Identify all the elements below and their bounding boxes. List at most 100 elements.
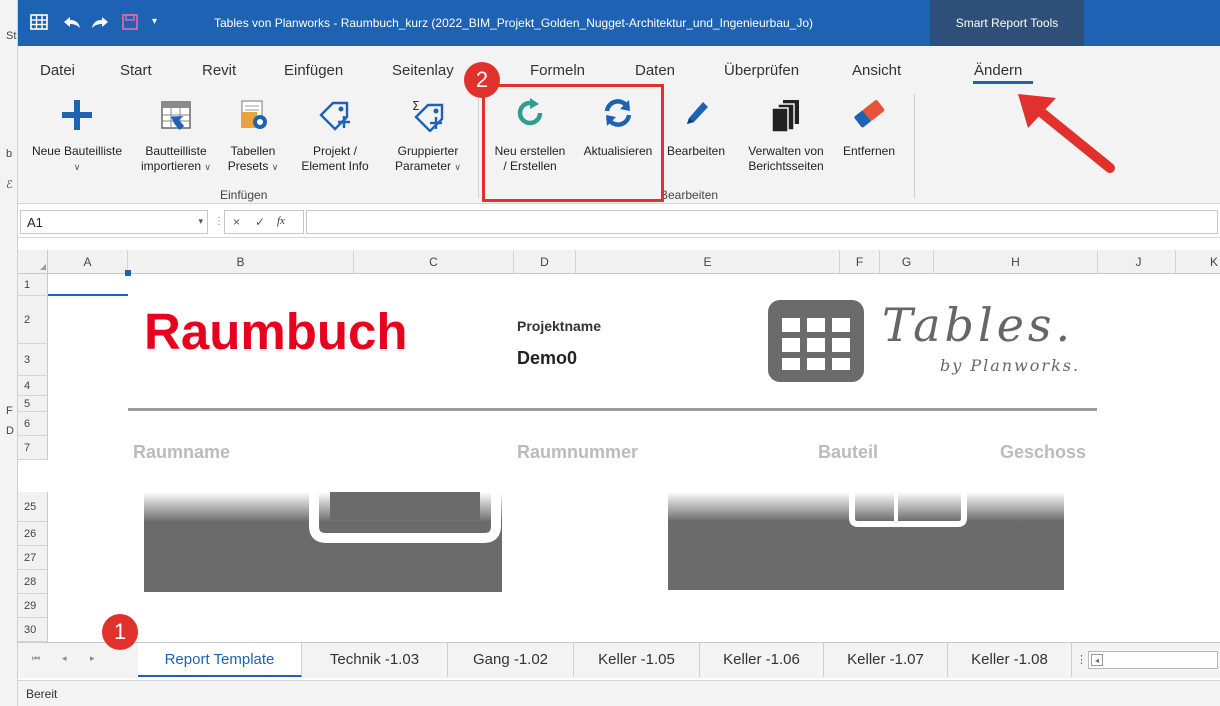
button-label: Entfernen [842, 144, 896, 158]
tab-daten[interactable]: Daten [635, 62, 675, 79]
chevron-down-icon: ∨ [204, 162, 211, 172]
column-header[interactable]: B [128, 250, 354, 274]
customize-quick-access-icon[interactable]: ▾ [152, 14, 157, 30]
sheet-tab[interactable]: Keller -1.05 [574, 643, 700, 677]
chevron-down-icon[interactable]: ▾ [198, 216, 203, 227]
presets-gear-icon [236, 98, 270, 135]
eraser-icon [852, 98, 886, 133]
row-header[interactable]: 4 [18, 376, 48, 396]
strip-text: St [6, 30, 17, 42]
first-sheet-icon[interactable]: ⏮ [32, 653, 40, 664]
more-icon[interactable]: ⋮ [214, 216, 224, 227]
column-header[interactable]: J [1102, 250, 1176, 274]
redo-icon[interactable] [90, 14, 110, 34]
button-label: Neue Bauteilliste [31, 144, 123, 158]
formula-input[interactable] [306, 210, 1218, 234]
row-header[interactable]: 2 [18, 296, 48, 344]
column-headers: A B C D E F G H J K [48, 250, 1220, 274]
button-label: Element Info [301, 159, 369, 173]
row-header[interactable]: 30 [18, 618, 48, 642]
tag-add-icon [317, 98, 353, 135]
bauteilliste-importieren-button[interactable]: Bautteilliste importieren ∨ [134, 84, 218, 182]
prev-sheet-icon[interactable]: ◂ [62, 653, 67, 664]
function-icon[interactable]: fx [277, 215, 285, 227]
neue-bauteilliste-button[interactable]: Neue Bauteilliste ∨ [22, 84, 132, 182]
chevron-down-icon: ∨ [271, 162, 279, 172]
highlight-box [482, 84, 664, 202]
button-label: Gruppierter [397, 144, 459, 158]
tab-revit[interactable]: Revit [202, 62, 236, 79]
sheet-tab[interactable]: Technik -1.03 [302, 643, 448, 677]
divider-line [128, 408, 1097, 411]
row-header[interactable]: 28 [18, 570, 48, 594]
plus-icon [60, 98, 94, 135]
row-header[interactable]: 1 [18, 274, 48, 296]
component-image-placeholder [668, 492, 1064, 590]
tab-einfuegen[interactable]: Einfügen [284, 62, 343, 79]
column-header[interactable]: A [48, 250, 128, 274]
ribbon-tab-bar: Datei Start Revit Einfügen Seitenlay For… [18, 46, 1220, 84]
sheet-tab[interactable]: Keller -1.07 [824, 643, 948, 677]
button-label: Projekt / [312, 144, 357, 158]
sheet-tab-bar: ⏮ ◂ ▸ Report Template Technik -1.03 Gang… [18, 642, 1220, 678]
tab-start[interactable]: Start [120, 62, 152, 79]
context-tab-smart-report-tools[interactable]: Smart Report Tools [930, 0, 1084, 46]
app-grid-icon[interactable] [30, 14, 48, 34]
active-cell-a1[interactable] [48, 274, 128, 296]
row-header[interactable]: 5 [18, 396, 48, 412]
row-header[interactable]: 25 [18, 492, 48, 522]
verwalten-berichtsseiten-button[interactable]: Verwalten von Berichtsseiten [738, 84, 834, 182]
save-icon[interactable] [122, 14, 138, 34]
more-sheets-icon[interactable]: ⋮ [1076, 653, 1087, 666]
button-label: Verwalten von [748, 144, 824, 158]
select-all-corner[interactable] [18, 250, 48, 274]
sheet-tab[interactable]: Keller -1.06 [700, 643, 824, 677]
fill-handle[interactable] [125, 270, 131, 276]
sheet-tab[interactable]: Gang -1.02 [448, 643, 574, 677]
projekt-element-info-button[interactable]: Projekt / Element Info [288, 84, 382, 182]
screenshot-cut [18, 460, 1220, 492]
column-header[interactable]: F [840, 250, 880, 274]
column-header[interactable]: C [354, 250, 514, 274]
tab-seitenlayout[interactable]: Seitenlay [392, 62, 454, 79]
row-header[interactable]: 27 [18, 546, 48, 570]
gruppierter-parameter-button[interactable]: Σ Gruppierter Parameter ∨ [382, 84, 474, 182]
column-header[interactable]: K [1176, 250, 1220, 274]
column-header[interactable]: E [576, 250, 840, 274]
sheet-tab-report-template[interactable]: Report Template [138, 643, 302, 677]
row-header[interactable]: 26 [18, 522, 48, 546]
tabellen-presets-button[interactable]: Tabellen Presets ∨ [218, 84, 288, 182]
name-box[interactable]: A1 ▾ [20, 210, 208, 234]
row-header[interactable]: 7 [18, 436, 48, 460]
row-header[interactable]: 3 [18, 344, 48, 376]
button-label: Bearbeiten [666, 144, 726, 158]
bearbeiten-button[interactable]: Bearbeiten [662, 84, 730, 182]
undo-icon[interactable] [62, 14, 82, 34]
step-badge-1: 1 [102, 614, 138, 650]
horizontal-scrollbar[interactable]: ◂ [1088, 651, 1218, 669]
next-sheet-icon[interactable]: ▸ [90, 653, 95, 664]
project-label: Projektname [517, 318, 602, 334]
chevron-down-icon: ∨ [454, 162, 461, 172]
group-label-einfuegen: Einfügen [220, 188, 268, 202]
entfernen-button[interactable]: Entfernen [834, 84, 904, 182]
tab-datei[interactable]: Datei [40, 62, 75, 79]
tab-aendern[interactable]: Ändern [974, 62, 1022, 79]
confirm-icon[interactable]: ✓ [255, 215, 265, 229]
column-header[interactable]: H [934, 250, 1098, 274]
column-header[interactable]: D [514, 250, 576, 274]
step-badge-2: 2 [464, 62, 500, 98]
cancel-icon[interactable]: × [233, 215, 240, 229]
row-header[interactable]: 29 [18, 594, 48, 618]
strip-text: D [6, 425, 14, 437]
pencil-icon [681, 98, 711, 133]
tab-formeln[interactable]: Formeln [530, 62, 585, 79]
scroll-left-icon[interactable]: ◂ [1091, 654, 1103, 666]
tab-ueberpruefen[interactable]: Überprüfen [724, 62, 799, 79]
group-label-bearbeiten: Bearbeiten [660, 188, 719, 202]
tab-ansicht[interactable]: Ansicht [852, 62, 901, 79]
sheet-tab[interactable]: Keller -1.08 [948, 643, 1072, 677]
column-header[interactable]: G [880, 250, 934, 274]
title-bar: ▾ Tables von Planworks - Raumbuch_kurz (… [18, 0, 1220, 46]
row-header[interactable]: 6 [18, 412, 48, 436]
